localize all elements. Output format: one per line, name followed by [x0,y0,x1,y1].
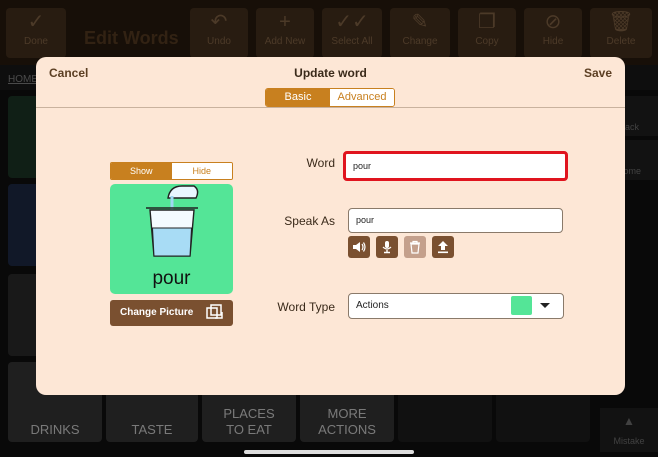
word-type-color-swatch [511,296,532,315]
speaker-icon [353,242,366,252]
app-root: ✓ Done Edit Words ↶ Undo + Add New ✓✓ Se… [0,0,658,457]
pour-glass-icon [146,185,199,257]
chevron-down-icon[interactable] [540,303,550,308]
image-swap-icon [206,304,223,319]
speak-as-label: Speak As [284,214,335,228]
speak-as-field[interactable]: pour [348,208,563,233]
upload-icon [438,241,448,254]
play-audio-button[interactable] [348,236,370,258]
visibility-toggle: Show Hide [110,162,233,180]
tab-switcher: Basic Advanced [265,88,395,107]
trash-icon [410,240,420,254]
change-picture-button[interactable]: Change Picture [110,300,233,326]
home-indicator [244,450,414,454]
update-word-dialog: Cancel Update word Save Basic Advanced S… [36,57,625,395]
delete-audio-button[interactable] [404,236,426,258]
dialog-title: Update word [294,66,367,80]
tab-basic[interactable]: Basic [266,89,330,106]
show-option[interactable]: Show [111,163,172,179]
word-type-value: Actions [356,300,389,311]
word-picture[interactable]: pour [110,184,233,294]
microphone-icon [382,241,392,254]
record-audio-button[interactable] [376,236,398,258]
hide-option[interactable]: Hide [171,163,232,179]
picture-label: pour [152,268,191,289]
word-label: Word [306,156,335,170]
word-type-label: Word Type [277,300,335,314]
header-divider [36,107,625,108]
tab-advanced[interactable]: Advanced [330,89,394,106]
word-field[interactable]: pour [343,151,568,181]
save-button[interactable]: Save [584,66,612,80]
upload-audio-button[interactable] [432,236,454,258]
